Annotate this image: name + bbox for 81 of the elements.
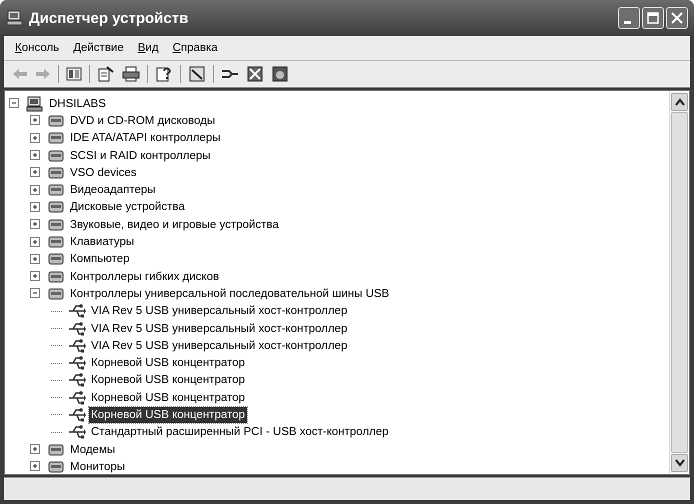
tree-item[interactable]: VIA Rev 5 USB универсальный хост-контроллер xyxy=(89,303,350,320)
expander-icon[interactable] xyxy=(30,271,41,282)
usb-icon xyxy=(68,355,86,372)
chevron-up-icon xyxy=(674,98,684,106)
chevron-down-icon xyxy=(674,459,684,467)
tree-item[interactable]: DVD и CD-ROM дисководы xyxy=(68,112,218,129)
help-icon[interactable] xyxy=(155,66,173,82)
properties-icon[interactable] xyxy=(97,66,115,82)
expander-icon[interactable] xyxy=(30,219,41,230)
maximize-button[interactable] xyxy=(642,7,664,29)
usb-icon xyxy=(68,338,86,354)
device-icon xyxy=(47,286,65,302)
window-title: Диспетчер устройств xyxy=(29,10,188,26)
device-icon xyxy=(47,216,65,233)
scrollbar[interactable] xyxy=(669,91,689,474)
expander-icon[interactable] xyxy=(30,288,41,300)
tree-item[interactable]: Видеоадаптеры xyxy=(68,182,158,198)
tree-item[interactable]: Контроллеры универсальной последовательной шины USB xyxy=(68,286,392,302)
maximize-icon xyxy=(647,12,659,24)
device-icon xyxy=(47,130,65,146)
tree-item[interactable]: VSO devices xyxy=(68,164,138,181)
device-icon xyxy=(47,148,65,164)
expander-icon[interactable] xyxy=(30,202,41,213)
expander-icon[interactable] xyxy=(30,150,41,162)
tree-item[interactable]: Корневой USB концентратор xyxy=(89,355,247,372)
menu-item[interactable]: Действие xyxy=(73,42,124,54)
device-icon xyxy=(47,199,65,216)
device-icon xyxy=(47,182,65,198)
expander-icon[interactable] xyxy=(30,115,41,126)
menu-item[interactable]: Справка xyxy=(172,42,218,54)
expander-icon[interactable] xyxy=(30,132,41,144)
menu-item[interactable]: Консоль xyxy=(15,42,60,54)
expander-icon[interactable] xyxy=(30,254,41,265)
tree-item[interactable]: Корневой USB концентратор xyxy=(89,372,247,388)
tree-item[interactable]: IDE ATA/ATAPI контроллеры xyxy=(68,130,222,146)
usb-icon xyxy=(68,320,86,336)
tree-item[interactable]: Дисковые устройства xyxy=(68,199,187,216)
printer-icon[interactable] xyxy=(122,66,140,82)
usb-icon xyxy=(68,406,86,423)
minimize-icon xyxy=(624,20,631,24)
expander-icon[interactable] xyxy=(30,461,41,472)
tree-item[interactable]: Модемы xyxy=(68,442,118,458)
tree-item[interactable]: VIA Rev 5 USB универсальный хост-контроллер xyxy=(89,338,350,354)
expander-icon[interactable] xyxy=(30,167,41,178)
tree-item[interactable]: Звуковые, видео и игровые устройства xyxy=(68,216,281,233)
expander-icon[interactable] xyxy=(30,444,41,456)
device-icon xyxy=(47,164,65,181)
tree-item[interactable]: VIA Rev 5 USB универсальный хост-контроллер xyxy=(89,320,350,336)
minimize-button[interactable] xyxy=(618,7,640,29)
usb-icon xyxy=(68,372,86,388)
expander-icon[interactable] xyxy=(30,236,41,248)
disable-icon[interactable] xyxy=(246,66,264,82)
device-icon xyxy=(47,458,65,475)
menu-item[interactable]: Вид xyxy=(138,42,159,54)
panel-icon[interactable] xyxy=(66,67,82,81)
device-icon xyxy=(47,234,65,250)
close-button[interactable] xyxy=(666,7,688,29)
tree-item[interactable]: Корневой USB концентратор xyxy=(89,406,247,423)
tree-item[interactable]: Стандартный расширенный PCI - USB хост-контроллер xyxy=(89,424,391,440)
computer-icon xyxy=(26,96,44,112)
scroll-up-button[interactable] xyxy=(671,93,688,111)
expander-icon[interactable] xyxy=(30,184,41,196)
tree-item[interactable]: Мониторы xyxy=(68,458,128,475)
computer-icon xyxy=(6,10,24,26)
tree-item[interactable]: Клавиатуры xyxy=(68,234,136,250)
usb-icon xyxy=(68,303,86,320)
tree-item[interactable]: Корневой USB концентратор xyxy=(89,390,247,406)
device-icon xyxy=(47,112,65,129)
usb-icon xyxy=(68,424,86,440)
tree-item[interactable]: DHSILABS xyxy=(47,96,108,112)
scroll-down-button[interactable] xyxy=(671,454,688,472)
tree-item[interactable]: Компьютер xyxy=(68,251,132,268)
device-icon xyxy=(47,268,65,285)
tree-item[interactable]: Контроллеры гибких дисков xyxy=(68,268,222,285)
usb-icon xyxy=(68,390,86,406)
close-icon xyxy=(671,12,683,24)
device-icon xyxy=(47,442,65,458)
scroll-thumb[interactable] xyxy=(671,112,688,453)
expander-icon[interactable] xyxy=(9,98,20,110)
tree-item[interactable]: SCSI и RAID контроллеры xyxy=(68,148,213,164)
device-icon xyxy=(47,251,65,268)
